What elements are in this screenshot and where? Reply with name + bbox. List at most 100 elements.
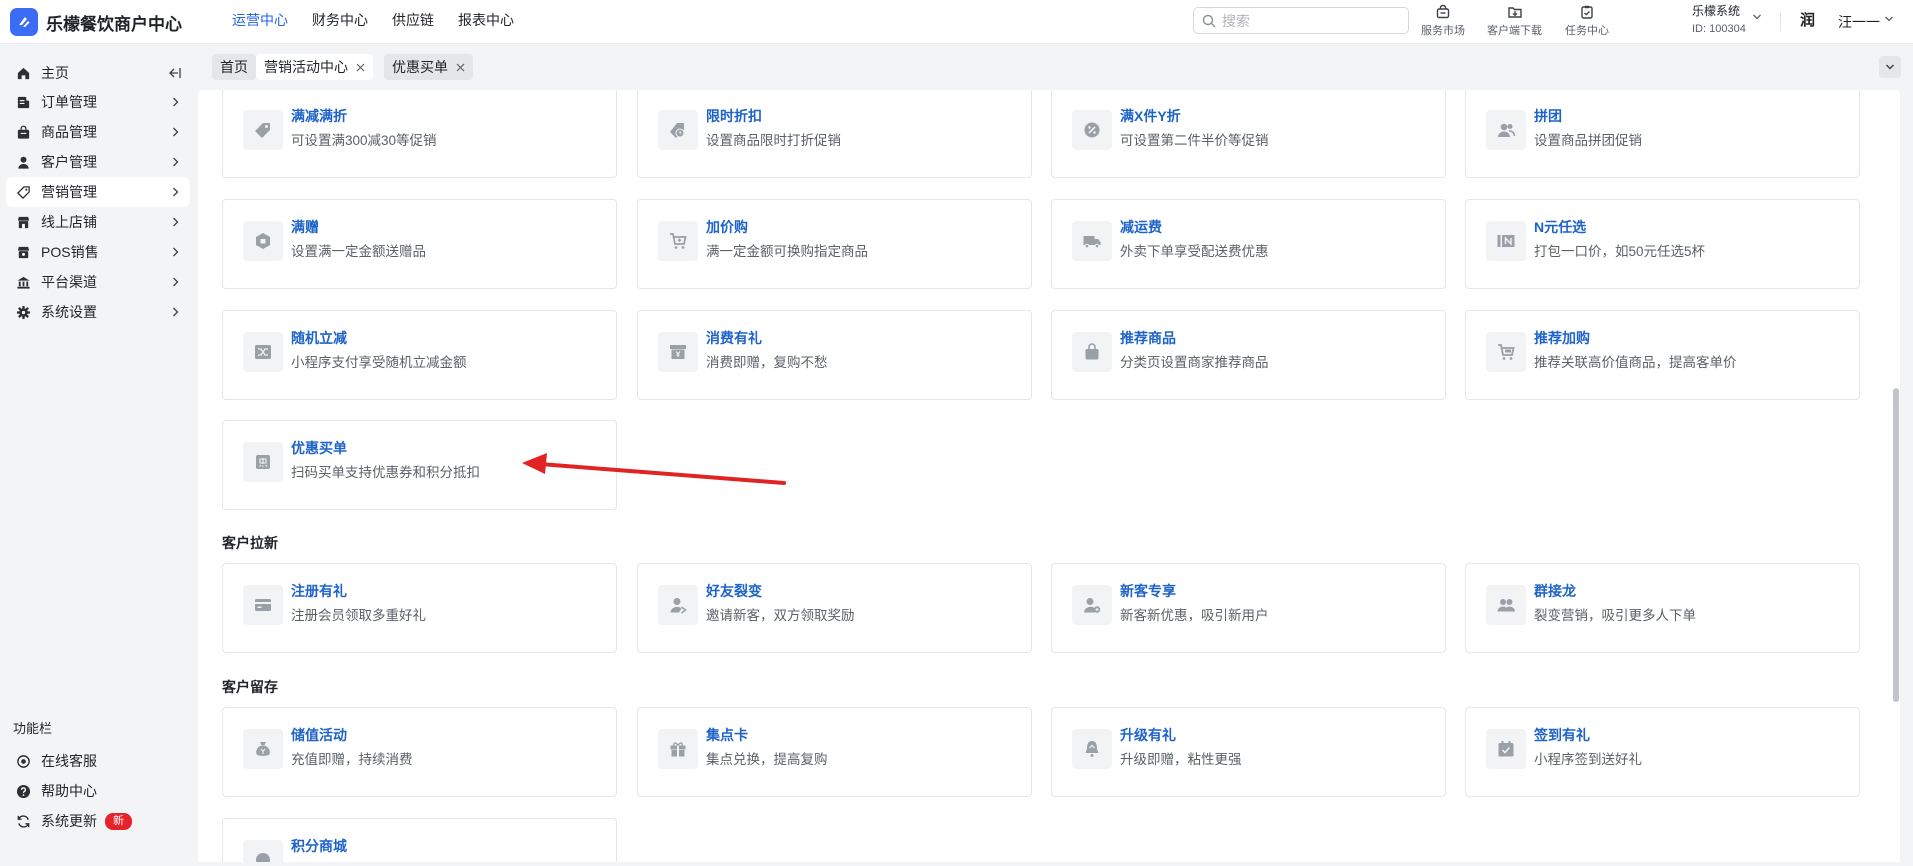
tab-list-dropdown[interactable] <box>1879 56 1901 78</box>
sidebar-item-home[interactable]: 主页 <box>6 58 190 88</box>
activity-card-flash-discount[interactable]: 限时折扣 设置商品限时打折促销 <box>637 90 1032 178</box>
sidebar-item-orders[interactable]: 订单管理 <box>6 87 190 117</box>
top-nav-operations[interactable]: 运营中心 <box>220 0 300 44</box>
sidebar-item-label: 在线客服 <box>41 753 97 769</box>
brand-logo-icon[interactable] <box>10 8 38 36</box>
hui-icon <box>243 442 283 482</box>
service-market-button[interactable]: 服务市场 <box>1421 2 1465 38</box>
activity-card-x-items-y-discount[interactable]: 满X件Y折 可设置第二件半价等促销 <box>1051 90 1446 178</box>
card-title: 拼团 <box>1534 108 1562 124</box>
card-title: 限时折扣 <box>706 108 762 124</box>
tab-marketing-center[interactable]: 营销活动中心 <box>256 54 373 80</box>
close-icon[interactable] <box>356 63 365 72</box>
activity-card-register-gift[interactable]: 注册有礼 注册会员领取多重好礼 <box>222 563 617 653</box>
card-description: 扫码买单支持优惠券和积分抵扣 <box>291 465 480 480</box>
card-description: 可设置满300减30等促销 <box>291 133 437 148</box>
collapse-sidebar-icon[interactable] <box>168 66 182 80</box>
activity-card-referral[interactable]: 好友裂变 邀请新客，双方领取奖励 <box>637 563 1032 653</box>
activity-card-stamp-card[interactable]: 集点卡 集点兑换，提高复购 <box>637 707 1032 797</box>
activity-card-recommended-add-on[interactable]: 推荐加购 推荐关联高价值商品，提高客单价 <box>1465 310 1860 400</box>
card-description: 可设置第二件半价等促销 <box>1120 133 1269 148</box>
tab-discount-checkout[interactable]: 优惠买单 <box>384 54 473 80</box>
system-switcher[interactable]: 乐檬系统 ID: 100304 <box>1692 2 1746 35</box>
activity-card-recommended-products[interactable]: 推荐商品 分类页设置商家推荐商品 <box>1051 310 1446 400</box>
card-description: 外卖下单享受配送费优惠 <box>1120 244 1269 259</box>
activity-card-discount-checkout[interactable]: 优惠买单 扫码买单支持优惠券和积分抵扣 <box>222 420 617 510</box>
card-title: 群接龙 <box>1534 583 1576 599</box>
card-title: 积分商城 <box>291 838 347 854</box>
download-folder-icon <box>1507 7 1522 18</box>
card-title: 推荐加购 <box>1534 330 1590 346</box>
sidebar-item-platform-channels[interactable]: 平台渠道 <box>6 267 190 297</box>
card-title: 加价购 <box>706 219 748 235</box>
activity-card-gift-with-purchase[interactable]: 满赠 设置满一定金额送赠品 <box>222 199 617 289</box>
top-nav-finance[interactable]: 财务中心 <box>300 0 380 44</box>
card-description: 邀请新客，双方领取奖励 <box>706 608 855 623</box>
sidebar-item-label: 平台渠道 <box>41 274 97 290</box>
sidebar-item-products[interactable]: 商品管理 <box>6 117 190 147</box>
activity-card-n-yuan-pick[interactable]: N元任选 打包一口价，如50元任选5杯 <box>1465 199 1860 289</box>
top-nav-reports[interactable]: 报表中心 <box>446 0 526 44</box>
card-description: 新客新优惠，吸引新用户 <box>1120 608 1269 623</box>
sidebar-item-label: 系统设置 <box>41 304 97 320</box>
chevron-right-icon <box>173 187 179 197</box>
chevron-down-icon[interactable] <box>1884 14 1894 24</box>
activity-card-group-buy[interactable]: 拼团 设置商品拼团促销 <box>1465 90 1860 178</box>
activity-card-points-mall[interactable]: 积分商城 <box>222 818 617 862</box>
content-scrollbar[interactable] <box>1892 90 1900 862</box>
card-description: 打包一口价，如50元任选5杯 <box>1534 244 1706 259</box>
client-download-label: 客户端下载 <box>1487 25 1542 37</box>
task-center-button[interactable]: 任务中心 <box>1565 2 1609 38</box>
sidebar-item-online-store[interactable]: 线上店铺 <box>6 207 190 237</box>
activity-card-full-reduction[interactable]: 满减满折 可设置满300减30等促销 <box>222 90 617 178</box>
chevron-down-icon[interactable] <box>1752 12 1762 22</box>
search-icon <box>1202 14 1216 27</box>
store-icon <box>1436 4 1450 19</box>
group-icon <box>1486 585 1526 625</box>
activity-card-check-in-gift[interactable]: 签到有礼 小程序签到送好礼 <box>1465 707 1860 797</box>
tag-icon <box>16 185 30 199</box>
client-download-button[interactable]: 客户端下载 <box>1487 2 1542 38</box>
sidebar-item-label: 帮助中心 <box>41 783 97 799</box>
card-description: 设置商品限时打折促销 <box>706 133 841 148</box>
sidebar-item-customers[interactable]: 客户管理 <box>6 147 190 177</box>
activity-card-new-customer-exclusive[interactable]: 新客专享 新客新优惠，吸引新用户 <box>1051 563 1446 653</box>
sidebar-item-marketing[interactable]: 营销管理 <box>6 177 190 207</box>
card-description: 满一定金额可换购指定商品 <box>706 244 868 259</box>
sidebar-item-online-support[interactable]: 在线客服 <box>6 746 190 776</box>
truck-icon <box>1072 221 1112 261</box>
section-title-customer-retention: 客户留存 <box>222 679 278 695</box>
sidebar-item-system-update[interactable]: 系统更新 新 <box>6 806 190 836</box>
scrollbar-thumb[interactable] <box>1893 388 1899 702</box>
calendar-check-icon <box>1486 729 1526 769</box>
chevron-down-icon <box>1886 64 1894 70</box>
top-nav: 运营中心 财务中心 供应链 报表中心 <box>220 0 526 44</box>
top-nav-supply-chain[interactable]: 供应链 <box>380 0 446 44</box>
sidebar-item-system-settings[interactable]: 系统设置 <box>6 297 190 327</box>
activity-card-random-reduction[interactable]: 随机立减 小程序支付享受随机立减金额 <box>222 310 617 400</box>
avatar[interactable]: 润 <box>1800 9 1824 33</box>
tab-label: 优惠买单 <box>392 59 448 75</box>
points-icon <box>243 840 283 862</box>
chevron-right-icon <box>173 307 179 317</box>
tab-home[interactable]: 首页 <box>212 54 256 80</box>
sidebar-item-help-center[interactable]: 帮助中心 <box>6 776 190 806</box>
card-title: 随机立减 <box>291 330 347 346</box>
cart-icon <box>1486 332 1526 372</box>
activity-card-spend-reward[interactable]: 消费有礼 消费即赠，复购不愁 <box>637 310 1032 400</box>
user-new-icon <box>1072 585 1112 625</box>
activity-card-group-chain[interactable]: 群接龙 裂变营销，吸引更多人下单 <box>1465 563 1860 653</box>
bell-up-icon <box>1072 729 1112 769</box>
activity-card-stored-value[interactable]: 储值活动 充值即赠，持续消费 <box>222 707 617 797</box>
activity-card-shipping-discount[interactable]: 减运费 外卖下单享受配送费优惠 <box>1051 199 1446 289</box>
refresh-icon <box>17 814 30 828</box>
system-id: ID: 100304 <box>1692 23 1746 35</box>
activity-card-add-on-purchase[interactable]: 加价购 满一定金额可换购指定商品 <box>637 199 1032 289</box>
close-icon[interactable] <box>456 63 465 72</box>
clock-tag-icon <box>658 110 698 150</box>
headset-icon <box>17 754 30 768</box>
user-name[interactable]: 汪一一 <box>1838 12 1880 32</box>
activity-card-upgrade-gift[interactable]: 升级有礼 升级即赠，粘性更强 <box>1051 707 1446 797</box>
sidebar-item-pos-sales[interactable]: POS销售 <box>6 237 190 267</box>
search-input[interactable]: 搜索 <box>1193 7 1409 34</box>
